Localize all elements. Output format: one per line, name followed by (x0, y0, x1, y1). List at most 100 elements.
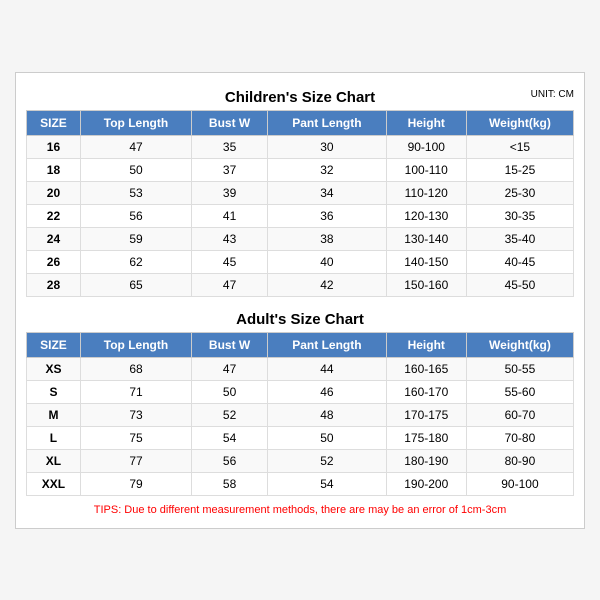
adult-cell-0-2: 47 (192, 357, 268, 380)
children-cell-2-2: 39 (192, 181, 268, 204)
adult-cell-5-0: XXL (27, 472, 81, 495)
children-cell-2-5: 25-30 (466, 181, 573, 204)
section-divider (26, 297, 574, 305)
children-cell-6-2: 47 (192, 273, 268, 296)
adult-table-row: XL775652180-19080-90 (27, 449, 574, 472)
adult-cell-0-5: 50-55 (466, 357, 573, 380)
col-header-weight-a: Weight(kg) (466, 332, 573, 357)
children-cell-0-2: 35 (192, 135, 268, 158)
children-cell-3-1: 56 (80, 204, 191, 227)
children-title-text: Children's Size Chart (225, 89, 375, 106)
adult-cell-1-1: 71 (80, 380, 191, 403)
children-cell-5-1: 62 (80, 250, 191, 273)
children-cell-2-0: 20 (27, 181, 81, 204)
col-header-bust-w-c: Bust W (192, 110, 268, 135)
children-table-row: 22564136120-13030-35 (27, 204, 574, 227)
unit-label: UNIT: CM (531, 89, 574, 100)
adult-table-row: L755450175-18070-80 (27, 426, 574, 449)
col-header-size-a: SIZE (27, 332, 81, 357)
adult-size-table: SIZE Top Length Bust W Pant Length Heigh… (26, 332, 574, 496)
col-header-height-a: Height (386, 332, 466, 357)
adult-cell-5-2: 58 (192, 472, 268, 495)
adult-cell-3-4: 175-180 (386, 426, 466, 449)
adult-cell-2-0: M (27, 403, 81, 426)
adult-cell-1-2: 50 (192, 380, 268, 403)
children-table-row: 1647353090-100<15 (27, 135, 574, 158)
adult-cell-0-0: XS (27, 357, 81, 380)
adult-cell-5-4: 190-200 (386, 472, 466, 495)
col-header-weight-c: Weight(kg) (466, 110, 573, 135)
children-cell-0-0: 16 (27, 135, 81, 158)
adult-cell-5-3: 54 (268, 472, 386, 495)
children-cell-4-4: 130-140 (386, 227, 466, 250)
children-cell-6-1: 65 (80, 273, 191, 296)
children-cell-6-3: 42 (268, 273, 386, 296)
children-cell-4-1: 59 (80, 227, 191, 250)
children-cell-3-0: 22 (27, 204, 81, 227)
adult-section-title: Adult's Size Chart (26, 305, 574, 332)
adult-cell-1-5: 55-60 (466, 380, 573, 403)
adult-cell-4-0: XL (27, 449, 81, 472)
adult-table-row: XXL795854190-20090-100 (27, 472, 574, 495)
col-header-top-length-a: Top Length (80, 332, 191, 357)
children-cell-3-4: 120-130 (386, 204, 466, 227)
adult-cell-1-0: S (27, 380, 81, 403)
children-cell-1-3: 32 (268, 158, 386, 181)
children-cell-4-5: 35-40 (466, 227, 573, 250)
adult-cell-1-4: 160-170 (386, 380, 466, 403)
children-cell-4-3: 38 (268, 227, 386, 250)
adult-cell-1-3: 46 (268, 380, 386, 403)
adult-cell-0-1: 68 (80, 357, 191, 380)
children-cell-0-1: 47 (80, 135, 191, 158)
children-cell-6-0: 28 (27, 273, 81, 296)
children-cell-0-4: 90-100 (386, 135, 466, 158)
col-header-pant-length-c: Pant Length (268, 110, 386, 135)
adult-cell-2-1: 73 (80, 403, 191, 426)
children-cell-3-3: 36 (268, 204, 386, 227)
children-cell-4-2: 43 (192, 227, 268, 250)
adult-cell-3-0: L (27, 426, 81, 449)
adult-cell-3-3: 50 (268, 426, 386, 449)
adult-cell-4-1: 77 (80, 449, 191, 472)
children-cell-5-0: 26 (27, 250, 81, 273)
adult-cell-5-5: 90-100 (466, 472, 573, 495)
children-table-row: 24594338130-14035-40 (27, 227, 574, 250)
children-cell-1-0: 18 (27, 158, 81, 181)
children-table-row: 26624540140-15040-45 (27, 250, 574, 273)
adult-cell-4-2: 56 (192, 449, 268, 472)
children-cell-3-2: 41 (192, 204, 268, 227)
chart-container: Children's Size Chart UNIT: CM SIZE Top … (15, 72, 585, 529)
col-header-pant-length-a: Pant Length (268, 332, 386, 357)
children-section-title: Children's Size Chart UNIT: CM (26, 83, 574, 110)
col-header-top-length-c: Top Length (80, 110, 191, 135)
children-cell-2-3: 34 (268, 181, 386, 204)
adult-cell-3-5: 70-80 (466, 426, 573, 449)
children-table-row: 18503732100-11015-25 (27, 158, 574, 181)
children-cell-1-4: 100-110 (386, 158, 466, 181)
adult-cell-2-3: 48 (268, 403, 386, 426)
adult-cell-4-5: 80-90 (466, 449, 573, 472)
adult-cell-2-4: 170-175 (386, 403, 466, 426)
children-cell-0-5: <15 (466, 135, 573, 158)
children-cell-5-3: 40 (268, 250, 386, 273)
children-cell-1-1: 50 (80, 158, 191, 181)
children-cell-5-2: 45 (192, 250, 268, 273)
children-cell-4-0: 24 (27, 227, 81, 250)
children-cell-1-5: 15-25 (466, 158, 573, 181)
col-header-size-c: SIZE (27, 110, 81, 135)
adult-cell-2-5: 60-70 (466, 403, 573, 426)
children-size-table: SIZE Top Length Bust W Pant Length Heigh… (26, 110, 574, 297)
children-header-row: SIZE Top Length Bust W Pant Length Heigh… (27, 110, 574, 135)
col-header-height-c: Height (386, 110, 466, 135)
children-cell-5-4: 140-150 (386, 250, 466, 273)
children-cell-6-4: 150-160 (386, 273, 466, 296)
children-cell-6-5: 45-50 (466, 273, 573, 296)
adult-cell-3-2: 54 (192, 426, 268, 449)
children-cell-1-2: 37 (192, 158, 268, 181)
adult-cell-4-4: 180-190 (386, 449, 466, 472)
children-cell-2-1: 53 (80, 181, 191, 204)
adult-cell-3-1: 75 (80, 426, 191, 449)
adult-cell-0-3: 44 (268, 357, 386, 380)
adult-header-row: SIZE Top Length Bust W Pant Length Heigh… (27, 332, 574, 357)
children-cell-2-4: 110-120 (386, 181, 466, 204)
